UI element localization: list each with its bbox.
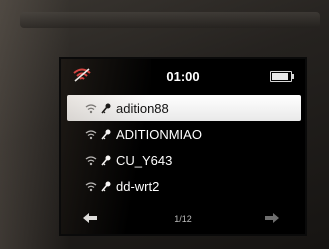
network-row[interactable]: dd-wrt2 <box>61 173 305 199</box>
wifi-signal-icon <box>85 155 97 165</box>
wifi-signal-icon <box>85 129 97 139</box>
network-ssid: adition88 <box>116 100 169 116</box>
network-ssid: dd-wrt2 <box>116 178 160 194</box>
wifi-signal-icon <box>85 103 97 113</box>
wifi-signal-icon <box>85 181 97 191</box>
network-row[interactable]: ADITIONMIAO <box>61 121 305 147</box>
key-icon <box>101 181 111 192</box>
clock: 01:00 <box>166 69 200 84</box>
light-glare <box>0 0 70 249</box>
device-screen: 01:00 adition88 ADITIONMIAO CU_Y643 dd-w… <box>61 59 305 234</box>
network-ssid: CU_Y643 <box>116 152 173 168</box>
key-icon <box>101 103 111 114</box>
network-ssid: ADITIONMIAO <box>116 126 202 142</box>
status-bar: 01:00 <box>61 59 305 93</box>
network-row[interactable]: CU_Y643 <box>61 147 305 173</box>
device-body: 01:00 adition88 ADITIONMIAO CU_Y643 dd-w… <box>0 0 329 249</box>
device-top-edge <box>20 12 320 28</box>
list-footer: 1/12 <box>61 205 305 233</box>
battery-icon <box>270 71 294 82</box>
wifi-network-list: adition88 ADITIONMIAO CU_Y643 dd-wrt2 <box>61 95 305 199</box>
arrow-right-icon[interactable] <box>265 213 279 223</box>
key-icon <box>101 129 111 140</box>
key-icon <box>101 155 111 166</box>
network-row[interactable]: adition88 <box>67 95 301 121</box>
battery-level <box>272 73 288 80</box>
